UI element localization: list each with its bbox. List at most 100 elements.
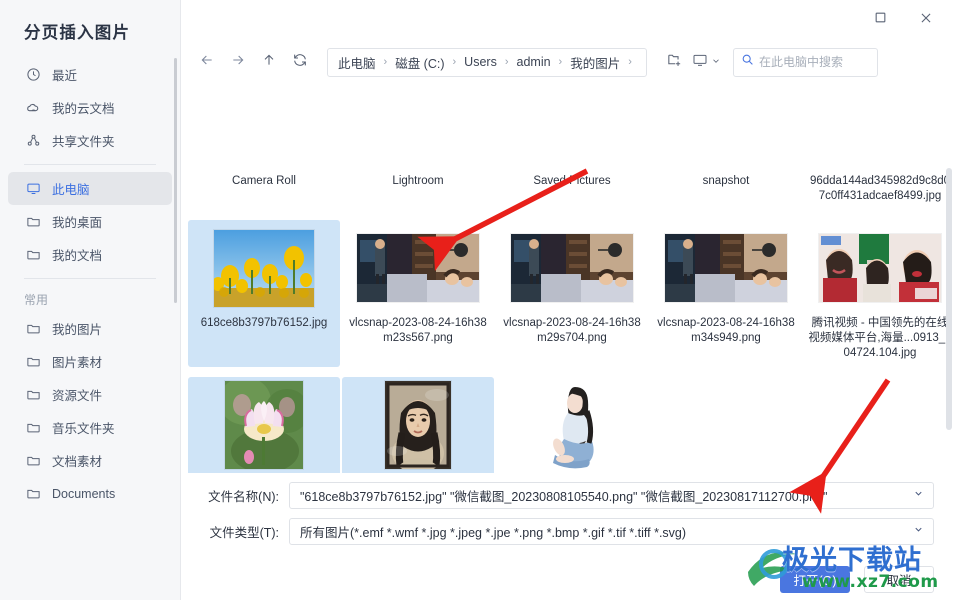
filename-input[interactable]: "618ce8b3797b76152.jpg" "微信截图_2023080810…: [289, 481, 934, 509]
filetype-row: 文件类型(T): 所有图片(*.emf *.wmf *.jpg *.jpeg *…: [181, 517, 960, 545]
image-thumbnail: [499, 225, 645, 311]
file-picker-dialog: 分页插入图片 最近 我的云文档 共享文件夹 此电脑 我的桌面 我的文档 常用 我…: [0, 0, 960, 600]
file-cell[interactable]: vlcsnap-2023-08-24-16h38m23s567.png: [342, 220, 494, 367]
file-cell-selected[interactable]: 618ce8b3797b76152.jpg: [188, 220, 340, 367]
sidebar-item-recent[interactable]: 最近: [8, 58, 172, 91]
dialog-footer: 文件名称(N): "618ce8b3797b76152.jpg" "微信截图_2…: [181, 473, 960, 600]
sidebar-divider-2: [24, 278, 156, 279]
chevron-down-icon[interactable]: [913, 524, 924, 538]
file-label: Lightroom: [392, 175, 444, 187]
toolbar-actions: [661, 49, 719, 75]
file-cell[interactable]: 微信图片_20230822102451.jpg: [496, 377, 648, 473]
search-input[interactable]: [759, 55, 871, 69]
file-label: 618ce8b3797b76152.jpg: [200, 317, 328, 329]
forward-button[interactable]: [224, 48, 252, 76]
image-thumbnail: [807, 225, 953, 311]
search-icon: [741, 53, 754, 71]
sidebar-item-shared-folder[interactable]: 共享文件夹: [8, 124, 172, 157]
sidebar-item-desktop[interactable]: 我的桌面: [8, 205, 172, 238]
sidebar-item-label: Documents: [52, 486, 116, 501]
sidebar-item-label: 共享文件夹: [52, 135, 115, 149]
breadcrumb-item-users[interactable]: Users: [462, 55, 499, 69]
file-grid[interactable]: Camera Roll Lightroom Saved Pictures sna…: [181, 82, 960, 473]
folder-icon: [25, 246, 42, 263]
sidebar-item-cloud-docs[interactable]: 我的云文档: [8, 91, 172, 124]
share-icon: [25, 132, 42, 149]
chevron-down-icon[interactable]: [913, 488, 924, 502]
folder-icon: [25, 213, 42, 230]
folder-icon: [25, 452, 42, 469]
sidebar-item-label: 文档素材: [52, 455, 103, 469]
sidebar-item-music-folder[interactable]: 音乐文件夹: [8, 411, 172, 444]
file-cell[interactable]: snapshot: [650, 88, 802, 210]
file-cell[interactable]: vlcsnap-2023-08-24-16h38m29s704.png: [496, 220, 648, 367]
sidebar-item-picture-assets[interactable]: 图片素材: [8, 345, 172, 378]
file-cell[interactable]: 96dda144ad345982d9c8d07c0ff431adcaef8499…: [804, 88, 956, 210]
search-box[interactable]: [733, 47, 878, 77]
sidebar-item-documents-cn[interactable]: 我的文档: [8, 238, 172, 271]
back-button[interactable]: [193, 48, 221, 76]
sidebar-item-label: 我的桌面: [52, 216, 103, 230]
main-panel: 此电脑 › 磁盘 (C:) › Users › admin › 我的图片 › 在…: [181, 0, 960, 600]
folder-icon: [25, 485, 42, 502]
arrow-left-icon: [199, 52, 215, 73]
image-thumbnail: [191, 225, 337, 311]
breadcrumb-item-admin[interactable]: admin: [515, 55, 553, 69]
folder-icon: [25, 353, 42, 370]
file-cell[interactable]: vlcsnap-2023-08-24-16h38m34s949.png: [650, 220, 802, 367]
file-label: vlcsnap-2023-08-24-16h38m34s949.png: [657, 317, 795, 344]
breadcrumb-item-this-pc[interactable]: 此电脑: [336, 53, 378, 72]
breadcrumb-separator: ›: [452, 56, 457, 68]
new-folder-button[interactable]: [661, 49, 687, 75]
file-cell[interactable]: Lightroom: [342, 88, 494, 210]
cloud-icon: [25, 99, 42, 116]
image-thumbnail: [345, 381, 491, 469]
open-button[interactable]: 打开(O): [780, 566, 850, 593]
file-cell[interactable]: Saved Pictures: [496, 88, 648, 210]
sidebar-item-documents[interactable]: Documents: [8, 477, 172, 510]
up-button[interactable]: [255, 48, 283, 76]
file-cell-selected[interactable]: 微信截图_20230808105540.png: [188, 377, 340, 473]
file-label: 96dda144ad345982d9c8d07c0ff431adcaef8499…: [809, 175, 951, 202]
arrow-up-icon: [261, 52, 277, 73]
filetype-label: 文件类型(T):: [209, 525, 279, 540]
navigation-toolbar: 此电脑 › 磁盘 (C:) › Users › admin › 我的图片 ›: [181, 44, 960, 80]
filetype-select[interactable]: 所有图片(*.emf *.wmf *.jpg *.jpeg *.jpe *.pn…: [289, 517, 934, 545]
filename-label: 文件名称(N):: [208, 489, 279, 504]
sidebar-item-this-pc[interactable]: 此电脑: [8, 172, 172, 205]
sidebar-item-label: 图片素材: [52, 356, 103, 370]
folder-thumbnail: [345, 88, 491, 174]
folder-thumbnail: [499, 88, 645, 174]
sidebar-scrollbar[interactable]: [174, 58, 177, 303]
breadcrumb-item-disk-c[interactable]: 磁盘 (C:): [393, 53, 446, 72]
sidebar-item-resource-files[interactable]: 资源文件: [8, 378, 172, 411]
view-mode-button[interactable]: [693, 49, 719, 75]
sidebar-divider-1: [24, 164, 156, 165]
cancel-button[interactable]: 取消: [864, 566, 934, 593]
image-thumbnail: [653, 225, 799, 311]
breadcrumb-separator: ›: [504, 56, 509, 68]
refresh-icon: [292, 52, 308, 73]
new-folder-icon: [666, 51, 683, 73]
breadcrumb[interactable]: 此电脑 › 磁盘 (C:) › Users › admin › 我的图片 ›: [327, 47, 647, 77]
close-icon: [919, 11, 933, 30]
file-cell[interactable]: Camera Roll: [188, 88, 340, 210]
sidebar-item-my-pictures[interactable]: 我的图片: [8, 312, 172, 345]
refresh-button[interactable]: [286, 48, 314, 76]
folder-thumbnail: [653, 88, 799, 174]
sidebar-item-document-assets[interactable]: 文档素材: [8, 444, 172, 477]
sidebar-nav-primary: 最近 我的云文档 共享文件夹 此电脑 我的桌面 我的文档 常用 我的图片 图片素…: [0, 58, 180, 510]
file-grid-row: Camera Roll Lightroom Saved Pictures sna…: [181, 82, 960, 210]
folder-icon: [25, 320, 42, 337]
folder-icon: [25, 386, 42, 403]
view-icon: [692, 52, 708, 73]
file-cell[interactable]: 腾讯视频 - 中国领先的在线视频媒体平台,海量...0913_104724.10…: [804, 220, 956, 367]
file-grid-scrollbar[interactable]: [946, 168, 952, 430]
image-thumbnail: [499, 381, 645, 469]
breadcrumb-item-my-pictures[interactable]: 我的图片: [568, 53, 622, 72]
file-cell-selected[interactable]: 微信截图_20230817112700.png: [342, 377, 494, 473]
file-label: 腾讯视频 - 中国领先的在线视频媒体平台,海量...0913_104724.10…: [808, 317, 952, 359]
file-label: Saved Pictures: [533, 175, 611, 187]
maximize-button[interactable]: [866, 7, 894, 33]
close-button[interactable]: [912, 7, 940, 33]
